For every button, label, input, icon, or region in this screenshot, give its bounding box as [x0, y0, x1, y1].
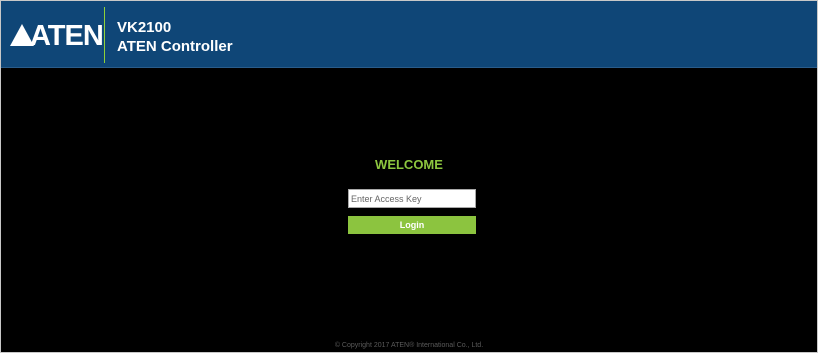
aten-logo: ATEN	[10, 20, 104, 52]
copyright-footer: © Copyright 2017 ATEN® International Co.…	[334, 342, 484, 349]
header-bar: ATEN VK2100 ATEN Controller	[1, 1, 817, 68]
aten-logo-triangle-icon	[10, 24, 34, 46]
welcome-heading: WELCOME	[375, 157, 443, 172]
app-window: ATEN VK2100 ATEN Controller WELCOME Logi…	[0, 0, 818, 353]
product-name: VK2100	[117, 19, 172, 36]
access-key-input[interactable]	[348, 189, 476, 208]
header-divider	[104, 7, 105, 63]
header-titles: VK2100 ATEN Controller	[117, 18, 233, 56]
app-name: ATEN Controller	[117, 38, 233, 55]
logo-text: ATEN	[30, 20, 104, 52]
login-button[interactable]: Login	[348, 216, 476, 234]
